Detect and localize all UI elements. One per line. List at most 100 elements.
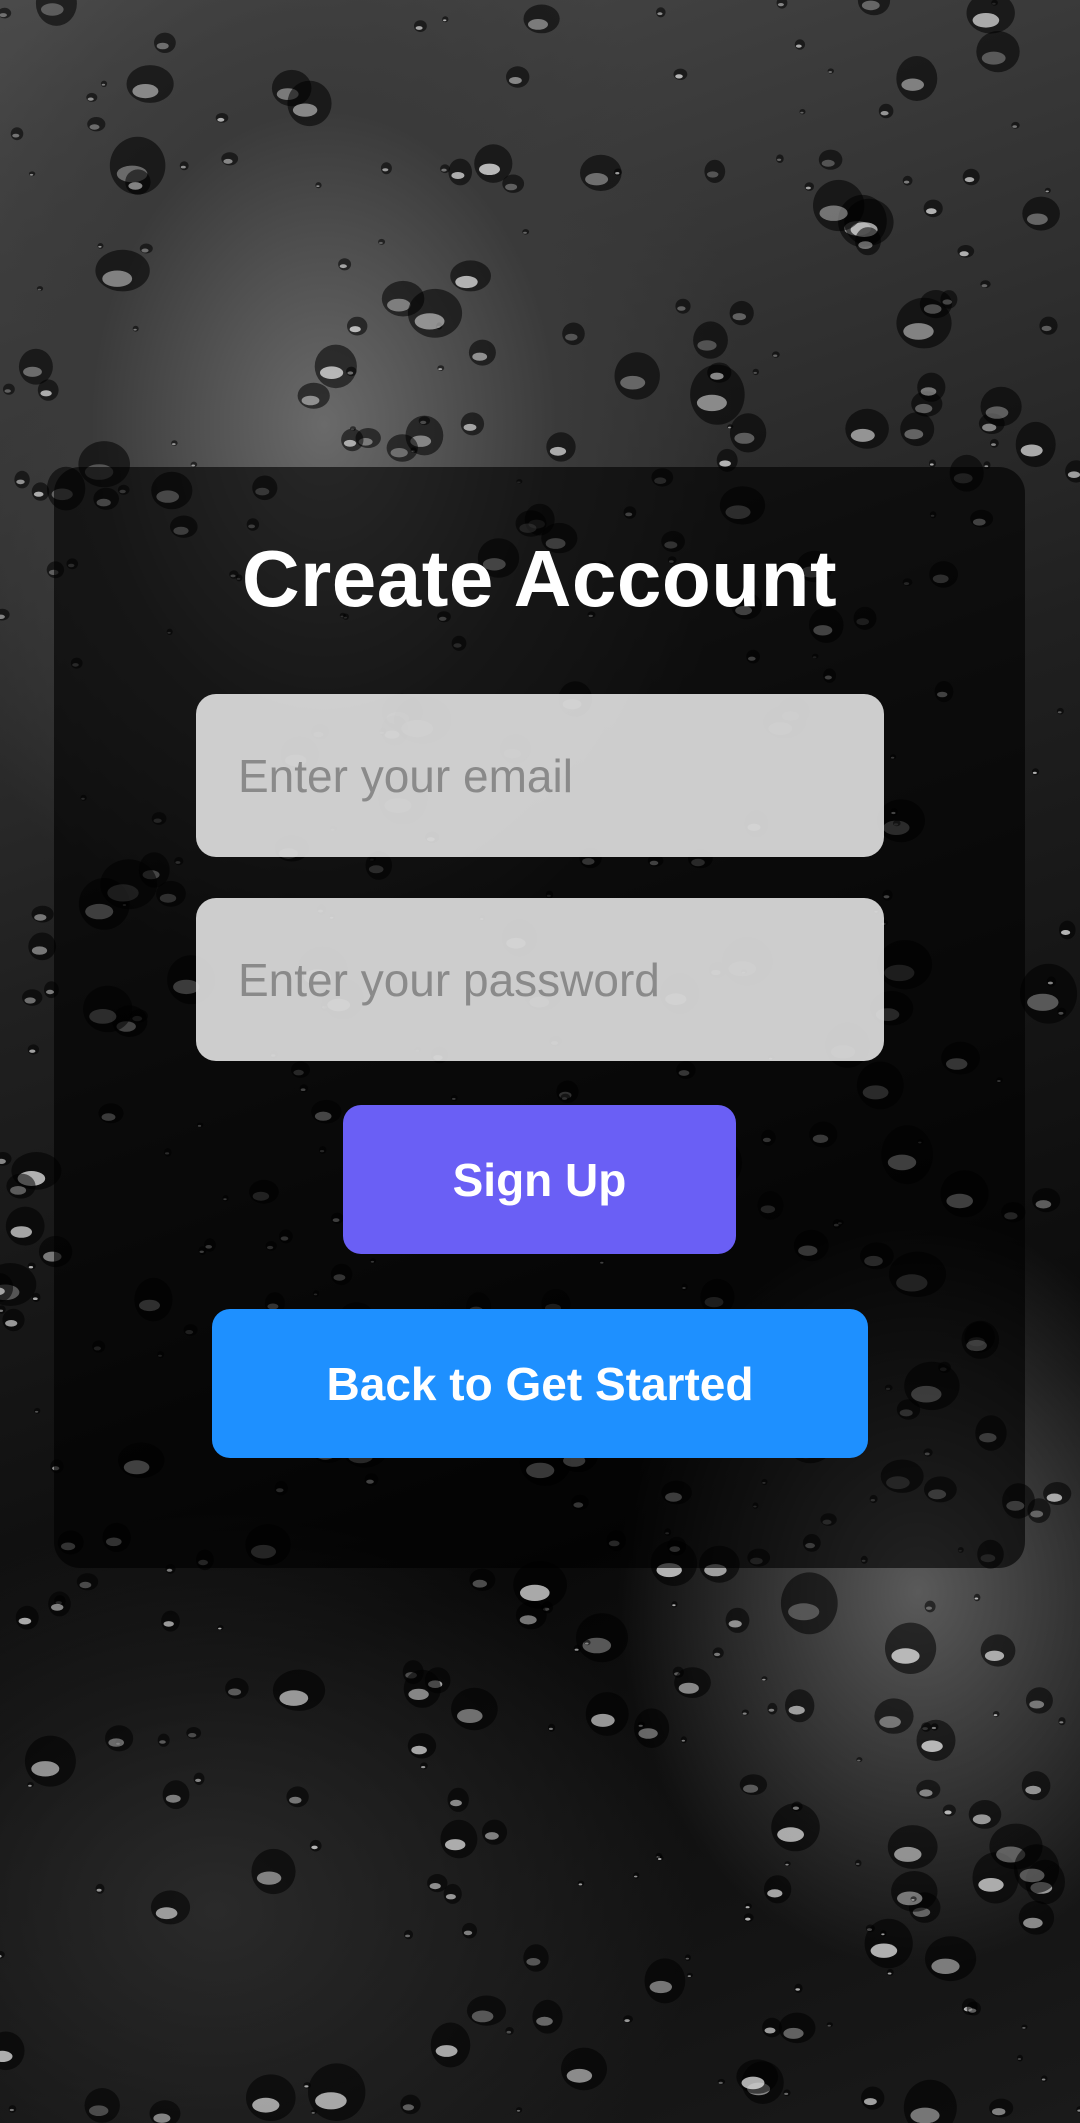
water-drop [87, 117, 106, 132]
password-field[interactable] [196, 898, 884, 1061]
water-drop [447, 1787, 469, 1812]
water-drop [442, 16, 449, 23]
water-drop [762, 2017, 782, 2038]
water-drop [157, 1733, 170, 1747]
water-drop [407, 288, 463, 338]
sign-up-button[interactable]: Sign Up [343, 1105, 736, 1254]
water-drop [916, 1779, 941, 1799]
water-drop [2, 1308, 25, 1332]
water-drop [347, 316, 368, 336]
water-drop [717, 2078, 726, 2085]
water-drop [150, 1890, 191, 1925]
water-drop [450, 260, 491, 292]
water-drop [76, 1573, 99, 1591]
water-drop [633, 1872, 640, 1879]
water-drop [585, 1692, 629, 1736]
water-drop [656, 7, 666, 18]
water-drop [992, 1711, 1000, 1718]
water-drop [0, 1305, 6, 1314]
water-drop [686, 1972, 693, 1978]
water-drop [516, 2107, 523, 2113]
water-drop [502, 174, 525, 193]
water-drop [752, 368, 759, 376]
water-drop [930, 1723, 939, 1731]
water-drop [1021, 1771, 1051, 1801]
water-drop [980, 386, 1022, 427]
water-drop [562, 322, 585, 346]
water-drop [772, 351, 780, 358]
water-drop [171, 440, 178, 446]
water-drop [245, 2074, 296, 2121]
water-drop [671, 1601, 678, 1608]
water-drop [902, 175, 913, 186]
water-drop [561, 2047, 607, 2091]
water-drop [1039, 316, 1058, 335]
back-to-get-started-button[interactable]: Back to Get Started [212, 1309, 868, 1458]
water-drop [95, 249, 150, 292]
water-drop [5, 1206, 45, 1246]
water-drop [857, 0, 891, 16]
water-drop [989, 2098, 1014, 2118]
water-drop [15, 1605, 39, 1630]
water-drop [8, 2105, 17, 2113]
water-drop [623, 2015, 633, 2023]
water-drop [448, 158, 473, 186]
water-drop [614, 168, 622, 176]
water-drop [794, 1983, 803, 1994]
water-drop [346, 366, 357, 377]
water-drop [105, 1725, 134, 1752]
water-drop [855, 1859, 862, 1867]
water-drop [577, 1880, 585, 1887]
water-drop [925, 1936, 977, 1982]
water-drop [767, 1702, 778, 1715]
page-title: Create Account [241, 534, 838, 623]
water-drop [506, 66, 530, 88]
water-drop [903, 2079, 957, 2123]
water-drop [37, 379, 59, 401]
water-drop [739, 1774, 768, 1795]
water-drop [855, 227, 881, 256]
water-drop [1019, 963, 1078, 1024]
water-drop [404, 1929, 413, 1940]
water-drop [729, 300, 754, 326]
water-drop [896, 56, 938, 101]
water-drop [287, 80, 332, 127]
water-drop [1021, 2024, 1028, 2030]
water-drop [799, 109, 806, 115]
water-drop [546, 432, 576, 462]
water-drop [976, 30, 1020, 73]
water-drop [776, 0, 788, 9]
water-drop [1046, 976, 1057, 987]
water-drop [6, 1173, 36, 1199]
water-drop [221, 152, 239, 166]
water-drop [675, 298, 691, 314]
water-drop [18, 348, 53, 385]
email-field[interactable] [196, 694, 884, 857]
water-drop [505, 2027, 514, 2035]
signup-screen: Create Account Sign Up Back to Get Start… [0, 0, 1080, 2123]
water-drop [962, 168, 980, 186]
water-drop [1041, 2075, 1048, 2082]
water-drop [900, 412, 935, 447]
water-drop [139, 243, 153, 254]
water-drop [386, 434, 418, 462]
water-drop [315, 182, 322, 189]
water-drop [827, 68, 834, 74]
water-drop [856, 1757, 863, 1763]
water-drop [1014, 1844, 1060, 1893]
water-drop [440, 1819, 478, 1859]
water-drop [886, 1968, 894, 1976]
water-drop [1025, 1687, 1053, 1714]
water-drop [31, 482, 50, 501]
water-drop [634, 1708, 670, 1748]
water-drop [126, 65, 174, 103]
water-drop [466, 1995, 507, 2026]
water-drop [451, 1687, 498, 1731]
water-drop [1058, 1717, 1066, 1726]
water-drop [680, 1736, 688, 1744]
water-drop [693, 321, 728, 359]
water-drop [729, 413, 767, 453]
water-drop [400, 2094, 421, 2115]
water-drop [761, 1676, 768, 1682]
water-drop [286, 1786, 309, 1808]
